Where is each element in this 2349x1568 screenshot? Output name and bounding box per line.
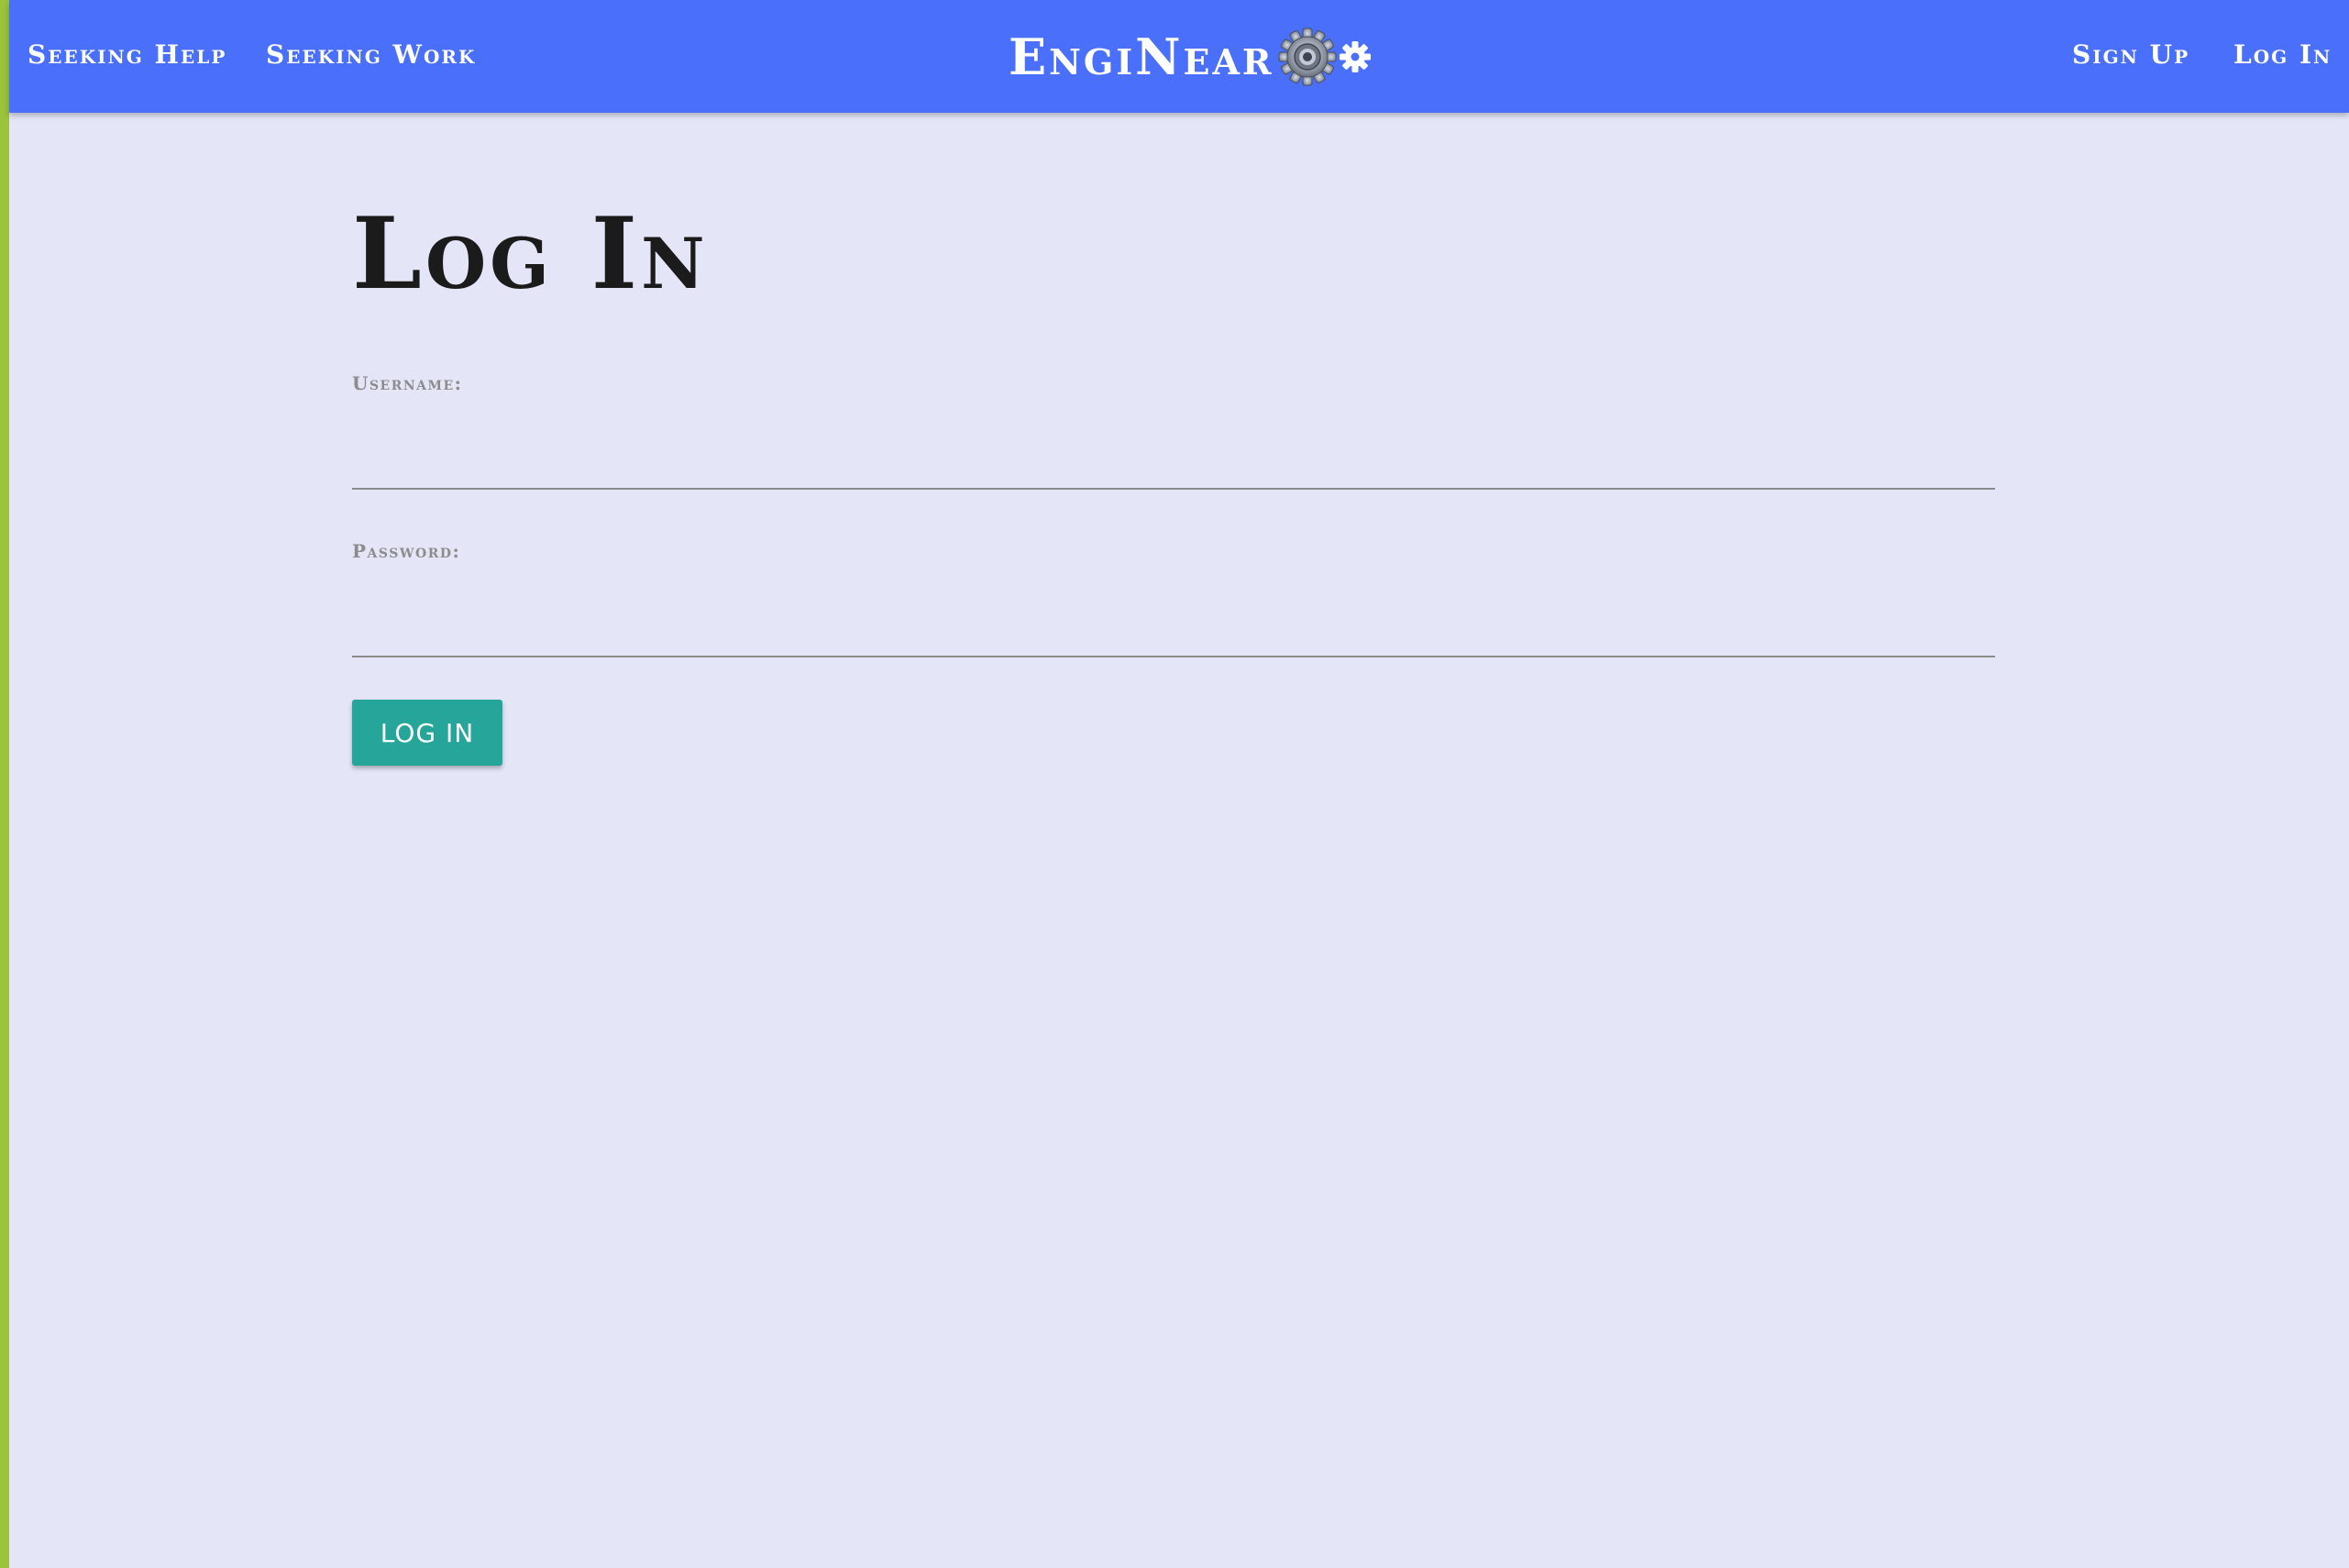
password-input[interactable] xyxy=(352,604,1995,657)
top-navbar: Seeking Help Seeking Work EngiNear Sign … xyxy=(9,0,2349,113)
nav-link-sign-up[interactable]: Sign Up xyxy=(2072,0,2189,113)
nav-link-log-in[interactable]: Log In xyxy=(2233,0,2332,113)
brand-logo[interactable]: EngiNear xyxy=(1009,0,1373,113)
brand-name: EngiNear xyxy=(1009,27,1274,86)
nav-link-seeking-work[interactable]: Seeking Work xyxy=(266,0,476,113)
username-input[interactable] xyxy=(352,436,1995,490)
log-in-button[interactable]: LOG IN xyxy=(352,700,502,766)
username-label: Username: xyxy=(352,372,463,394)
password-label: Password: xyxy=(352,540,461,562)
nav-link-seeking-help[interactable]: Seeking Help xyxy=(28,0,226,113)
left-accent-strip xyxy=(0,0,9,1568)
small-gear-icon xyxy=(1339,40,1371,72)
page-title: Log In xyxy=(352,196,709,312)
large-gear-icon xyxy=(1278,28,1337,85)
brand-gears xyxy=(1278,28,1373,86)
